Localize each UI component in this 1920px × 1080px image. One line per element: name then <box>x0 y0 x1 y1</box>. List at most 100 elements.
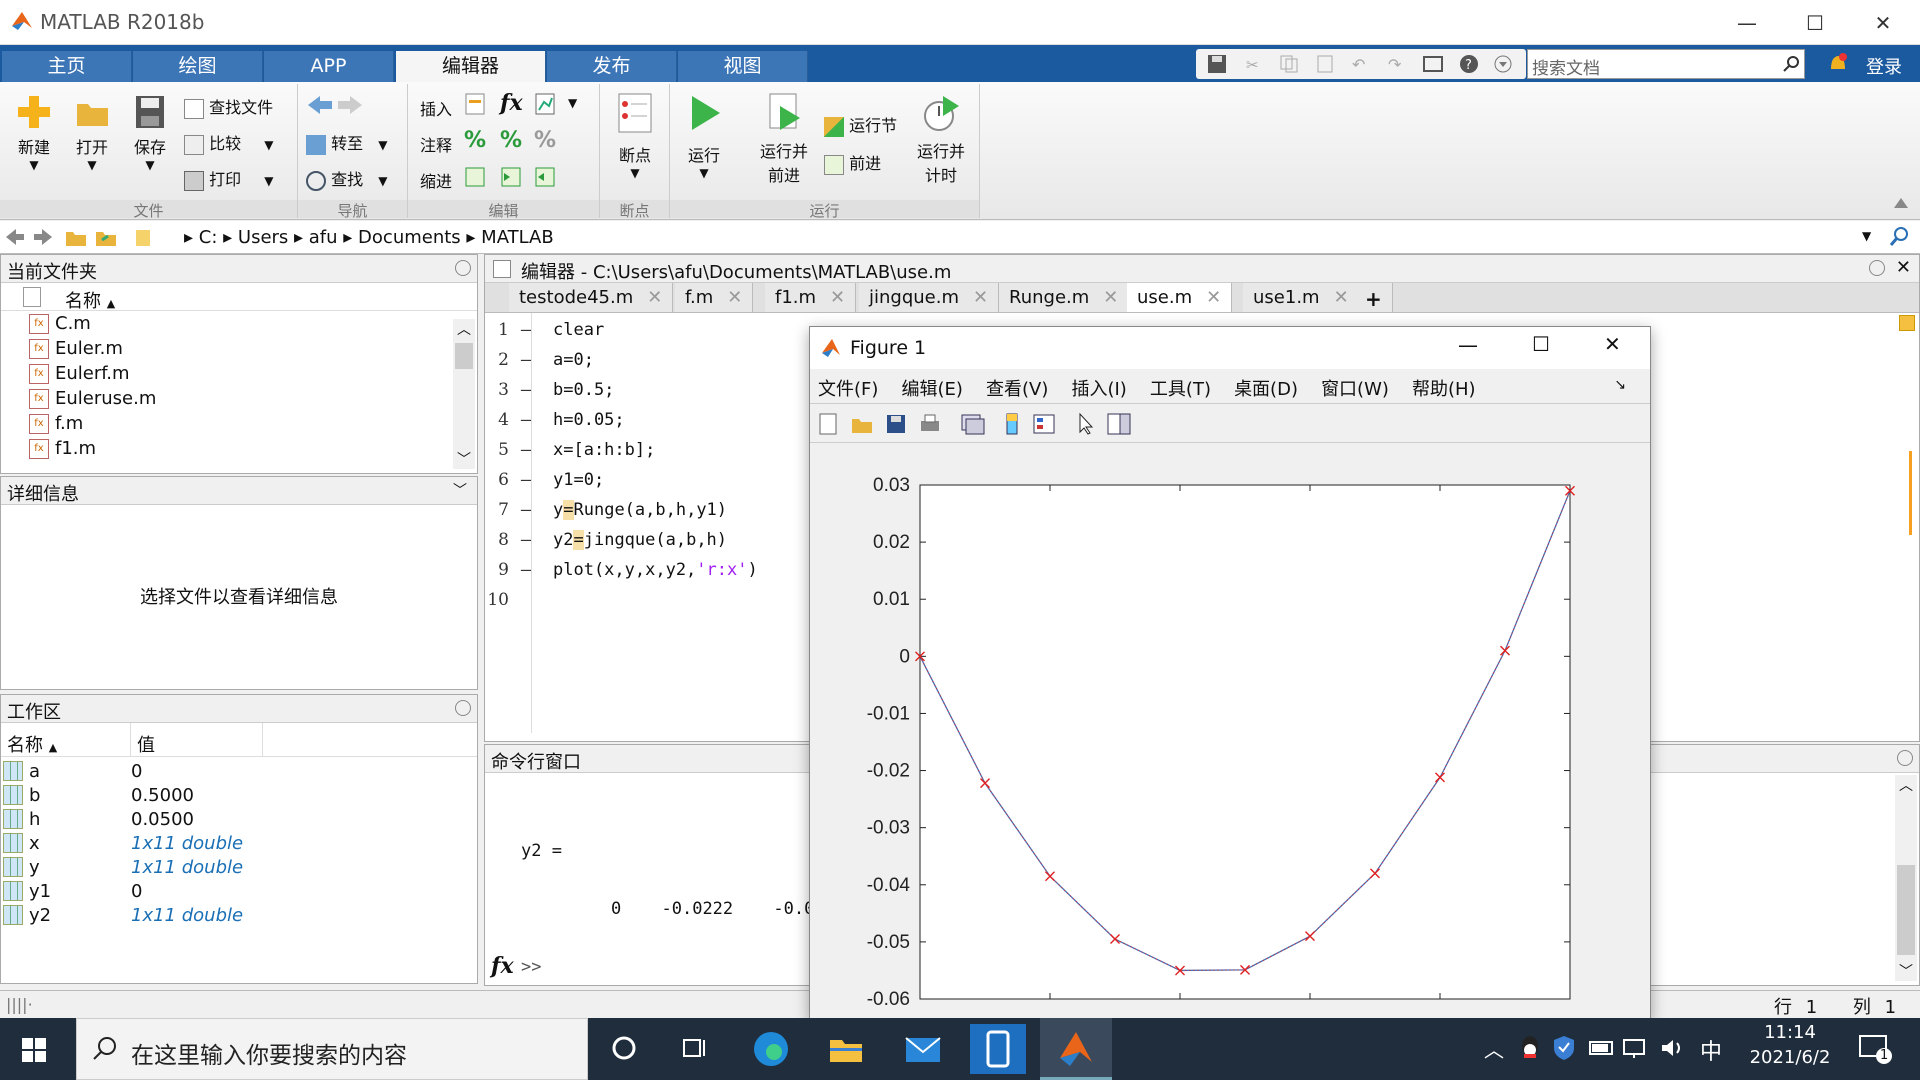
close-tab-icon[interactable]: ✕ <box>830 287 845 308</box>
breadcrumb-afu[interactable]: afu <box>309 227 338 248</box>
dock-figure-icon[interactable]: ↘ <box>1614 377 1626 393</box>
taskbar-search-input[interactable]: 在这里输入你要搜索的内容 <box>76 1018 588 1080</box>
workspace-row[interactable]: b 0.5000 <box>1 783 477 807</box>
save-button[interactable]: 保存 ▼ <box>124 90 176 172</box>
cut-icon[interactable]: ✂ <box>1242 54 1264 74</box>
workspace-value-column[interactable]: 值 <box>131 723 263 756</box>
breakpoint-gutter[interactable]: — <box>509 350 543 370</box>
figure-menu-file[interactable]: 文件(F) <box>818 379 878 400</box>
search-folder-icon[interactable] <box>1888 226 1910 248</box>
code-line[interactable]: plot(x,y,x,y2,'r:x') <box>553 560 758 580</box>
tab-plots[interactable]: 绘图 <box>133 51 263 82</box>
login-link[interactable]: 登录 <box>1866 53 1902 79</box>
redo-icon[interactable]: ↷ <box>1386 54 1408 74</box>
breakpoint-gutter[interactable]: — <box>509 440 543 460</box>
collapse-toolstrip-icon[interactable] <box>1892 194 1910 212</box>
network-icon[interactable] <box>1622 1036 1650 1060</box>
find-files-button[interactable]: 查找文件 <box>184 94 273 119</box>
nav-forward-icon[interactable] <box>32 227 54 247</box>
tab-view[interactable]: 视图 <box>678 51 808 82</box>
task-view-icon[interactable] <box>680 1034 708 1062</box>
qq-tray-icon[interactable] <box>1518 1034 1542 1062</box>
uncomment-icon[interactable]: % <box>500 128 522 153</box>
file-list-item[interactable]: fx Euler.m <box>1 336 477 361</box>
mail-icon[interactable] <box>904 1034 942 1064</box>
plot-tools-icon[interactable] <box>1106 412 1132 436</box>
file-list-scrollbar[interactable]: ︿ ﹀ <box>453 319 475 469</box>
phone-app-icon[interactable] <box>970 1024 1026 1074</box>
workspace-row[interactable]: y 1x11 double <box>1 855 477 879</box>
edge-browser-icon[interactable] <box>752 1030 790 1068</box>
figure-canvas[interactable]: 0.03 0.02 0.01 0 -0.01 -0.02 -0.03 -0.04 -0.05 -0… <box>810 443 1650 1017</box>
paste-icon[interactable] <box>1314 54 1336 74</box>
save-figure-icon[interactable] <box>884 412 908 436</box>
figure-menu-help[interactable]: 帮助(H) <box>1412 379 1476 400</box>
workspace-name-column[interactable]: 名称 ▲ <box>1 723 131 756</box>
open-button[interactable]: 打开 ▼ <box>66 90 118 172</box>
advance-button[interactable]: 前进 <box>824 150 881 175</box>
close-icon[interactable]: ✕ <box>1858 6 1908 40</box>
breadcrumb-documents[interactable]: Documents <box>358 227 461 248</box>
comment-percent-icon[interactable]: % <box>464 128 486 153</box>
code-line[interactable]: a=0; <box>553 350 594 370</box>
up-folder-icon[interactable] <box>64 226 88 248</box>
close-tab-icon[interactable]: ✕ <box>647 287 662 308</box>
breakpoint-gutter[interactable]: — <box>509 320 543 340</box>
function-browser-icon[interactable]: fx <box>491 953 514 979</box>
tab-home[interactable]: 主页 <box>2 51 132 82</box>
code-analyzer-warning-icon[interactable] <box>1899 315 1915 331</box>
insert-section-icon[interactable] <box>464 92 488 116</box>
command-scrollbar[interactable]: ︿ ﹀ <box>1895 775 1917 981</box>
find-button[interactable]: 查找 ▼ <box>306 166 387 191</box>
breakpoint-gutter[interactable]: — <box>509 560 543 580</box>
notification-center-icon[interactable]: 1 <box>1858 1032 1892 1066</box>
close-tab-icon[interactable]: ✕ <box>1103 287 1118 308</box>
details-header[interactable]: 详细信息 ﹀ <box>1 477 477 505</box>
breakpoints-button[interactable]: 断点 ▼ <box>608 92 662 180</box>
breakpoint-gutter[interactable]: — <box>509 530 543 550</box>
workspace-menu-icon[interactable] <box>455 700 471 716</box>
figure-menu-desktop[interactable]: 桌面(D) <box>1234 379 1298 400</box>
run-and-time-button[interactable]: 运行并 计时 <box>910 92 972 186</box>
file-column-header[interactable]: 名称 ▲ <box>1 283 477 312</box>
notification-bell-icon[interactable] <box>1826 51 1850 75</box>
workspace-row[interactable]: a0 <box>1 759 477 783</box>
battery-icon[interactable] <box>1588 1036 1616 1060</box>
workspace-row[interactable]: y1 0 <box>1 879 477 903</box>
breadcrumb-users[interactable]: Users <box>238 227 288 248</box>
editor-tab[interactable]: f.m ✕ <box>675 283 754 312</box>
insert-colorbar-icon[interactable] <box>1000 412 1024 436</box>
security-shield-icon[interactable] <box>1552 1034 1576 1062</box>
file-list-item[interactable]: fx Euleruse.m <box>1 386 477 411</box>
close-tab-icon[interactable]: ✕ <box>727 287 742 308</box>
decrease-indent-icon[interactable] <box>534 166 556 188</box>
smart-indent-icon[interactable] <box>464 166 486 188</box>
insert-dropdown-icon[interactable]: ▼ <box>568 96 577 110</box>
editor-close-icon[interactable]: ✕ <box>1896 257 1911 278</box>
search-documentation-input[interactable]: 搜索文档 <box>1527 49 1805 79</box>
insert-chart-icon[interactable] <box>534 92 558 116</box>
undo-icon[interactable]: ↶ <box>1350 54 1372 74</box>
insert-legend-icon[interactable] <box>1032 412 1056 436</box>
new-tab-plus-icon[interactable]: + <box>1355 283 1393 312</box>
code-line[interactable]: h=0.05; <box>553 410 625 430</box>
new-button[interactable]: 新建 ▼ <box>8 90 60 172</box>
workspace-row[interactable]: y2 1x11 double <box>1 903 477 927</box>
figure-minimize-icon[interactable]: — <box>1458 333 1478 357</box>
run-and-advance-button[interactable]: 运行并 前进 <box>756 92 812 186</box>
editor-tab[interactable]: jingque.m ✕ <box>859 283 1000 312</box>
switch-windows-icon[interactable] <box>1422 54 1444 74</box>
taskbar-matlab-button[interactable] <box>1040 1018 1112 1080</box>
insert-label[interactable]: 插入 <box>420 96 452 120</box>
details-collapse-icon[interactable]: ﹀ <box>453 480 467 500</box>
copy-icon[interactable] <box>1278 54 1300 74</box>
goto-button[interactable]: 转至 ▼ <box>306 130 387 155</box>
file-list-item[interactable]: fx Eulerf.m <box>1 361 477 386</box>
file-list-item[interactable]: fx f.m <box>1 411 477 436</box>
line-chart[interactable]: 0.03 0.02 0.01 0 -0.01 -0.02 -0.03 -0.04 -0.05 -0… <box>810 443 1650 1017</box>
qat-dropdown-icon[interactable] <box>1492 54 1514 74</box>
command-scrollbar-thumb[interactable] <box>1897 865 1915 955</box>
tab-apps[interactable]: APP <box>264 51 394 82</box>
minimize-icon[interactable]: — <box>1722 6 1772 40</box>
clock[interactable]: 11:14 2021/6/2 <box>1740 1022 1840 1068</box>
